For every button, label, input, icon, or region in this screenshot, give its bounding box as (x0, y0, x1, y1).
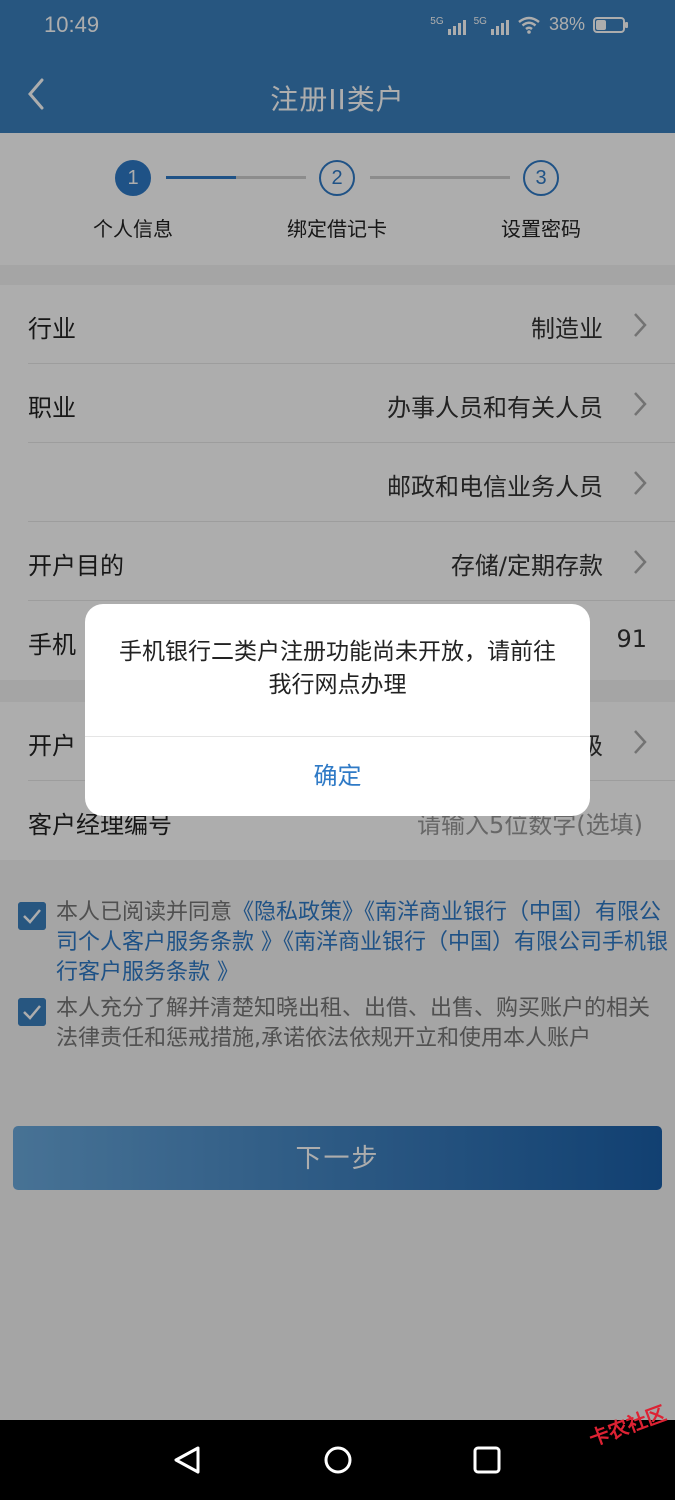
system-nav-bar (0, 1420, 675, 1500)
alert-dialog: 手机银行二类户注册功能尚未开放，请前往我行网点办理 确定 (85, 604, 590, 816)
home-circle-icon[interactable] (322, 1444, 354, 1476)
dialog-ok-button[interactable]: 确定 (85, 737, 590, 816)
back-triangle-icon[interactable] (172, 1444, 204, 1476)
dialog-message: 手机银行二类户注册功能尚未开放，请前往我行网点办理 (119, 639, 556, 698)
recents-square-icon[interactable] (472, 1445, 502, 1475)
